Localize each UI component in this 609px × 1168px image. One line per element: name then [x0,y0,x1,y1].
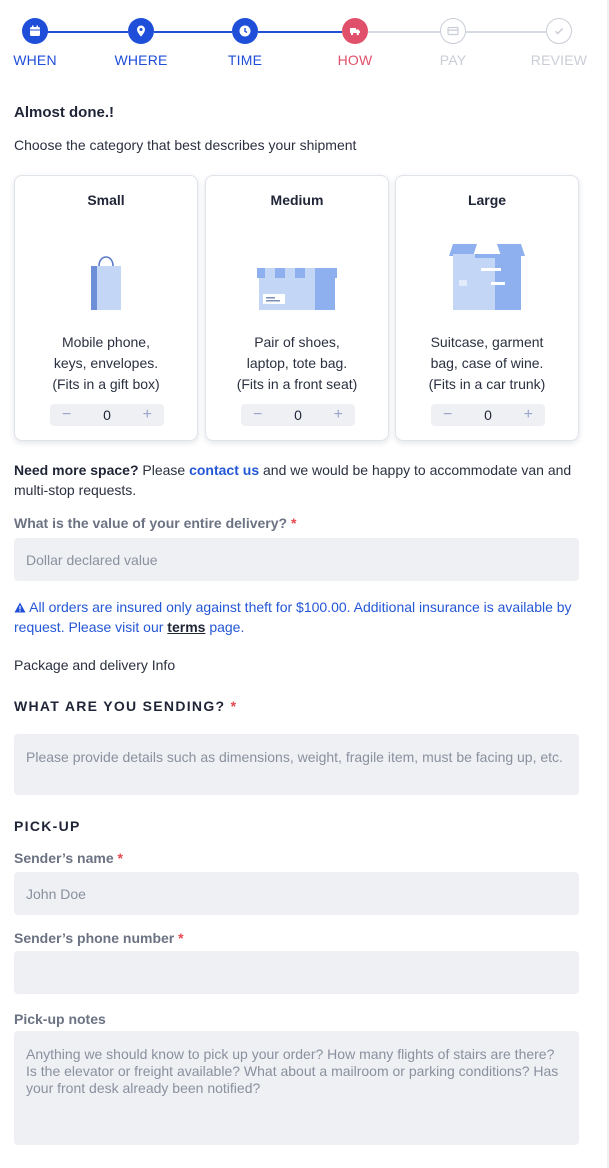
required-asterisk: * [117,850,123,866]
step-label: WHERE [114,52,168,68]
sender-phone-label: Sender’s phone number * [14,930,184,946]
credit-card-icon [440,18,466,44]
sending-heading-text: WHAT ARE YOU SENDING? [14,698,226,714]
clock-icon [232,18,258,44]
required-asterisk: * [290,515,297,531]
pickup-notes-label: Pick-up notes [14,1011,106,1027]
page-subtitle: Choose the category that best describes … [14,137,357,153]
step-time[interactable]: TIME [200,18,290,68]
value-label-text: What is the value of your entire deliver… [14,515,288,531]
card-desc-line: bag, case of wine. [430,355,544,371]
quantity-value: 0 [294,407,302,423]
sender-name-input[interactable]: John Doe [14,872,579,915]
card-desc-line: Pair of shoes, [254,334,340,350]
category-card-medium[interactable]: Medium Pair of shoes, laptop, tote bag. … [205,175,389,441]
quantity-stepper: − 0 + [50,404,164,426]
required-asterisk: * [230,698,238,714]
step-label: WHEN [13,52,57,68]
sender-name-label-text: Sender’s name [14,850,114,866]
value-label: What is the value of your entire deliver… [14,515,296,531]
sending-details-textarea[interactable]: Please provide details such as dimension… [14,734,579,795]
card-desc-line: (Fits in a car trunk) [428,376,546,392]
category-card-small[interactable]: Small Mobile phone, keys, envelopes. (Fi… [14,175,198,441]
step-label: TIME [227,52,263,68]
step-when[interactable]: WHEN [0,18,80,68]
declared-value-input[interactable]: Dollar declared value [14,538,579,581]
contact-us-link[interactable]: contact us [189,462,259,478]
step-where[interactable]: WHERE [96,18,186,68]
more-space-bold: Need more space? [14,462,139,478]
quantity-value: 0 [103,407,111,423]
increment-button[interactable]: + [334,406,343,424]
card-desc-line: (Fits in a gift box) [52,376,160,392]
progress-stepper: WHEN WHERE TIME HOW PAY REVIEW [0,18,609,70]
sender-name-label: Sender’s name * [14,850,123,866]
step-label: PAY [439,52,467,68]
warning-icon [14,599,26,615]
sending-heading: WHAT ARE YOU SENDING? * [14,698,237,714]
card-title: Small [87,192,125,208]
category-card-large[interactable]: Large Suitcase, garment bag, case of win… [395,175,579,441]
truck-icon [342,18,368,44]
card-desc-line: (Fits in a front seat) [236,376,358,392]
insurance-note: All orders are insured only against thef… [14,597,579,637]
package-info-title: Package and delivery Info [14,657,176,673]
decrement-button[interactable]: − [253,406,262,424]
sender-phone-label-text: Sender’s phone number [14,930,175,946]
quantity-stepper: − 0 + [241,404,355,426]
page-title: Almost done.! [14,104,114,121]
pickup-heading: PICK-UP [14,818,81,834]
card-title: Medium [270,192,324,208]
required-asterisk: * [178,930,184,946]
insurance-post: page. [205,619,245,635]
quantity-stepper: − 0 + [431,404,545,426]
step-label: REVIEW [530,52,588,68]
gift-bag-icon [15,226,197,312]
shoe-box-icon [206,226,388,312]
check-icon [546,18,572,44]
increment-button[interactable]: + [524,406,533,424]
decrement-button[interactable]: − [443,406,452,424]
map-pin-icon [128,18,154,44]
step-pay[interactable]: PAY [408,18,498,68]
card-title: Large [467,192,507,208]
step-review[interactable]: REVIEW [514,18,604,68]
decrement-button[interactable]: − [62,406,71,424]
card-desc-line: keys, envelopes. [53,355,159,371]
large-box-icon [396,226,578,312]
pickup-notes-textarea[interactable]: Anything we should know to pick up your … [14,1031,579,1145]
card-desc-line: Suitcase, garment [430,334,544,350]
card-desc-line: laptop, tote bag. [246,355,348,371]
increment-button[interactable]: + [143,406,152,424]
step-how[interactable]: HOW [310,18,400,68]
more-space-note: Need more space? Please contact us and w… [14,460,579,500]
card-desc-line: Mobile phone, [62,334,150,350]
terms-link[interactable]: terms [167,619,205,635]
insurance-text: All orders are insured only against thef… [14,599,572,635]
calendar-icon [22,18,48,44]
more-space-pre: Please [138,462,190,478]
sender-phone-input[interactable] [14,951,579,994]
step-label: HOW [337,52,373,68]
quantity-value: 0 [484,407,492,423]
